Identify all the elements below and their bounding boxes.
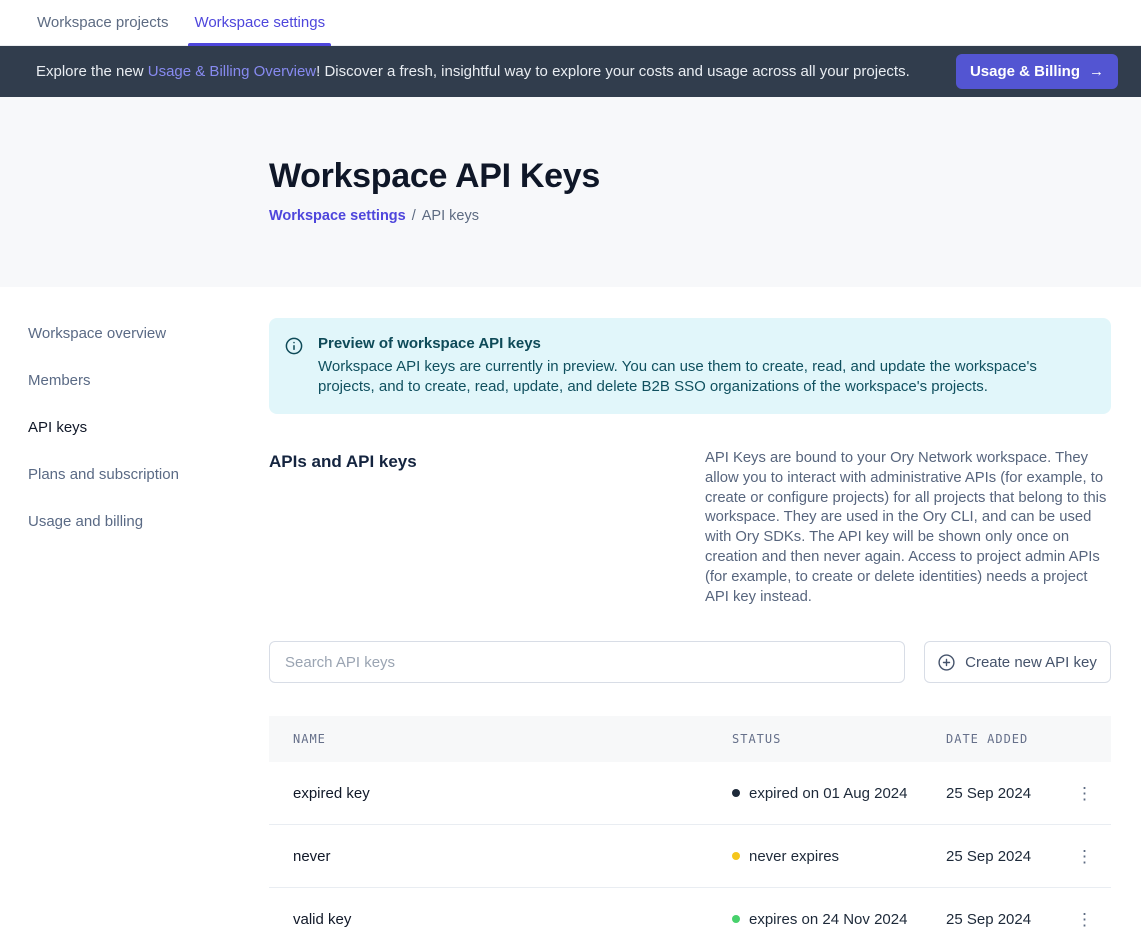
row-actions-kebab-icon[interactable]: ⋮ <box>1070 907 1099 932</box>
plus-circle-icon <box>938 654 955 671</box>
breadcrumb: Workspace settings / API keys <box>269 208 1141 224</box>
status-text: expired on 01 Aug 2024 <box>749 785 907 802</box>
banner-text-after: ! Discover a fresh, insightful way to ex… <box>316 63 910 80</box>
callout-text: Preview of workspace API keys Workspace … <box>318 335 1087 397</box>
usage-billing-button-label: Usage & Billing <box>970 63 1080 80</box>
content-area: Preview of workspace API keys Workspace … <box>269 287 1111 940</box>
row-actions-kebab-icon[interactable]: ⋮ <box>1070 844 1099 869</box>
tab-workspace-projects[interactable]: Workspace projects <box>31 0 174 45</box>
info-icon <box>285 337 303 397</box>
top-navigation: Workspace projects Workspace settings <box>0 0 1141 46</box>
api-key-status: expires on 24 Nov 2024 <box>732 911 946 928</box>
column-header-name: NAME <box>293 732 732 746</box>
callout-title: Preview of workspace API keys <box>318 335 1087 352</box>
active-tab-underline <box>188 43 331 46</box>
date-added: 25 Sep 2024 <box>946 911 1069 928</box>
breadcrumb-workspace-settings-link[interactable]: Workspace settings <box>269 208 406 224</box>
status-text: never expires <box>749 848 839 865</box>
table-row: never never expires 25 Sep 2024 ⋮ <box>269 825 1111 888</box>
column-header-date-added: DATE ADDED <box>946 732 1069 746</box>
sidebar-item-workspace-overview[interactable]: Workspace overview <box>28 320 269 347</box>
date-added: 25 Sep 2024 <box>946 785 1069 802</box>
settings-sidebar: Workspace overview Members API keys Plan… <box>0 287 269 940</box>
status-text: expires on 24 Nov 2024 <box>749 911 907 928</box>
section-description: API Keys are bound to your Ory Network w… <box>705 449 1111 607</box>
page-title: Workspace API Keys <box>269 97 1141 196</box>
status-dot-icon <box>732 852 740 860</box>
api-key-name: expired key <box>293 785 732 802</box>
usage-billing-button[interactable]: Usage & Billing → <box>956 54 1118 89</box>
table-row: expired key expired on 01 Aug 2024 25 Se… <box>269 762 1111 825</box>
status-dot-icon <box>732 789 740 797</box>
table-row: valid key expires on 24 Nov 2024 25 Sep … <box>269 888 1111 940</box>
apis-section: APIs and API keys API Keys are bound to … <box>269 449 1111 607</box>
table-header: NAME STATUS DATE ADDED <box>269 716 1111 762</box>
main-layout: Workspace overview Members API keys Plan… <box>0 287 1141 940</box>
api-keys-table: NAME STATUS DATE ADDED expired key expir… <box>269 716 1111 940</box>
arrow-right-icon: → <box>1089 63 1104 80</box>
create-api-key-label: Create new API key <box>965 654 1097 671</box>
breadcrumb-current: API keys <box>422 208 479 224</box>
tab-label: Workspace settings <box>194 14 325 31</box>
row-actions-kebab-icon[interactable]: ⋮ <box>1070 781 1099 806</box>
create-api-key-button[interactable]: Create new API key <box>924 641 1111 683</box>
tab-workspace-settings[interactable]: Workspace settings <box>188 0 331 45</box>
api-key-status: expired on 01 Aug 2024 <box>732 785 946 802</box>
breadcrumb-separator: / <box>412 208 416 224</box>
preview-callout: Preview of workspace API keys Workspace … <box>269 318 1111 414</box>
column-header-status: STATUS <box>732 732 946 746</box>
api-key-status: never expires <box>732 848 946 865</box>
sidebar-item-members[interactable]: Members <box>28 367 269 394</box>
date-added: 25 Sep 2024 <box>946 848 1069 865</box>
status-dot-icon <box>732 915 740 923</box>
banner-message: Explore the new Usage & Billing Overview… <box>36 63 956 80</box>
callout-body: Workspace API keys are currently in prev… <box>318 357 1087 397</box>
page-header: Workspace API Keys Workspace settings / AP… <box>0 97 1141 287</box>
announcement-banner: Explore the new Usage & Billing Overview… <box>0 46 1141 97</box>
sidebar-item-usage-billing[interactable]: Usage and billing <box>28 508 269 535</box>
section-title: APIs and API keys <box>269 449 417 607</box>
banner-text-before: Explore the new <box>36 63 148 80</box>
api-key-name: never <box>293 848 732 865</box>
api-keys-toolbar: Create new API key <box>269 641 1111 683</box>
tab-label: Workspace projects <box>37 14 168 31</box>
search-input[interactable] <box>269 641 905 683</box>
usage-billing-overview-link[interactable]: Usage & Billing Overview <box>148 63 316 80</box>
sidebar-item-api-keys[interactable]: API keys <box>28 414 269 441</box>
api-key-name: valid key <box>293 911 732 928</box>
sidebar-item-plans-subscription[interactable]: Plans and subscription <box>28 461 269 488</box>
